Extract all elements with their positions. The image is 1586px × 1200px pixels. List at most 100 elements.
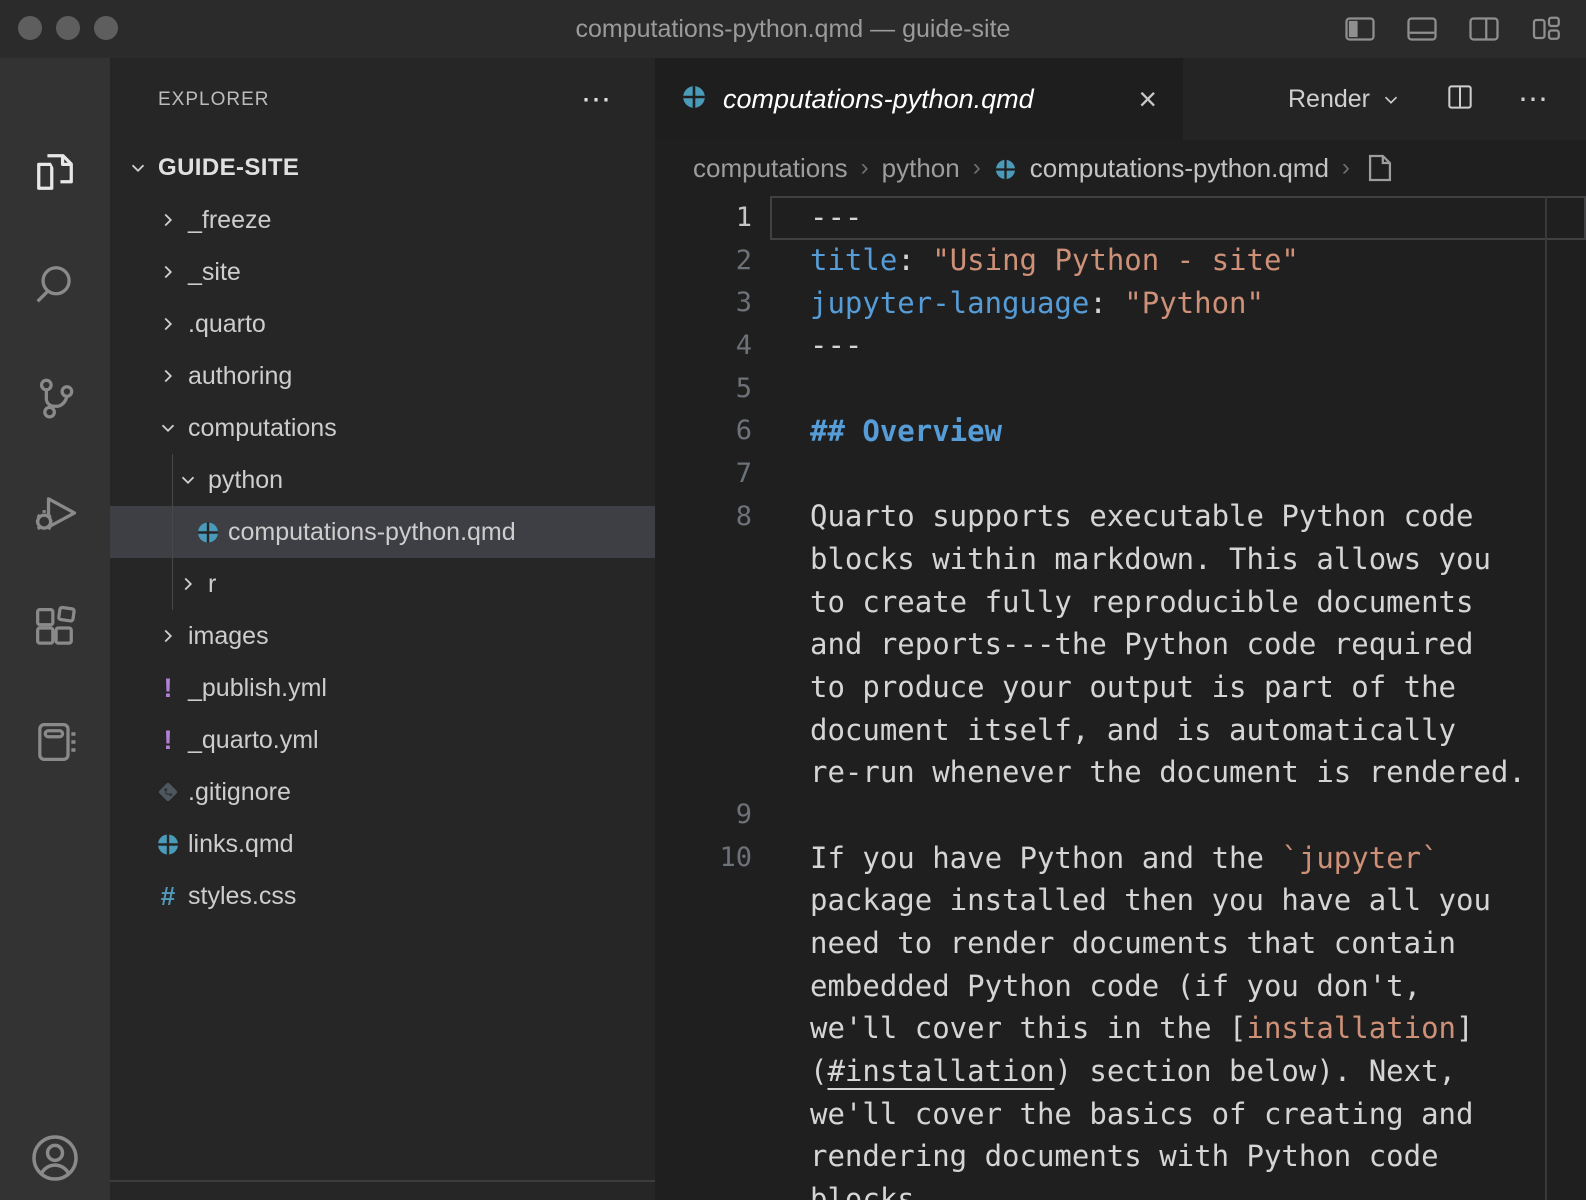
- code-text: we'll cover this in the [installation]: [810, 1011, 1586, 1045]
- code-text: embedded Python code (if you don't,: [810, 969, 1586, 1003]
- breadcrumb-separator-icon: ›: [1342, 154, 1350, 182]
- line-number: 3: [655, 287, 810, 318]
- outline-section[interactable]: OUTLINE: [110, 1180, 655, 1200]
- code-line-10-wrap1: package installed then you have all you: [655, 879, 1586, 922]
- chevron-right-icon: [156, 312, 180, 336]
- tree-item-label: _site: [188, 258, 241, 287]
- toggle-panel-icon[interactable]: [1404, 11, 1440, 47]
- quarto-file-icon: [681, 84, 707, 115]
- source-control-icon[interactable]: [27, 370, 83, 426]
- code-line-2: 2title: "Using Python - site": [655, 239, 1586, 282]
- code-editor[interactable]: 1---2title: "Using Python - site" 3jupyte…: [655, 196, 1586, 1200]
- code-text: document itself, and is automatically: [810, 713, 1586, 747]
- tree-file-_publish.yml[interactable]: ! _publish.yml: [110, 662, 655, 714]
- account-icon[interactable]: [27, 1130, 83, 1186]
- tree-folder-images[interactable]: images: [110, 610, 655, 662]
- code-line-4: 4---: [655, 324, 1586, 367]
- quarto-file-icon: [196, 520, 220, 544]
- vscode-window: computations-python.qmd — guide-site: [0, 0, 1586, 1200]
- extensions-icon[interactable]: [27, 600, 83, 656]
- code-line-9: 9: [655, 794, 1586, 837]
- quarto-file-icon: [156, 832, 180, 856]
- tree-file-_quarto.yml[interactable]: !_quarto.yml: [110, 714, 655, 766]
- tree-file-styles.css[interactable]: #styles.css: [110, 870, 655, 922]
- yaml-file-icon: !: [156, 676, 180, 700]
- code-text: jupyter-language: "Python": [810, 286, 1586, 320]
- line-number: 6: [655, 415, 810, 446]
- explorer-sidebar: EXPLORER ⋯ GUIDE-SITE _freeze _site .quarto…: [110, 58, 655, 1200]
- code-text: ---: [810, 200, 1586, 234]
- tree-item-label: links.qmd: [188, 830, 294, 859]
- notebook-icon[interactable]: [27, 714, 83, 770]
- tree-folder-.quarto[interactable]: .quarto: [110, 298, 655, 350]
- chevron-right-icon: [156, 624, 180, 648]
- title-bar: computations-python.qmd — guide-site: [0, 0, 1586, 58]
- tab-computations-python[interactable]: computations-python.qmd ×: [655, 58, 1183, 140]
- chevron-down-icon: [176, 468, 200, 492]
- code-text: (#installation) section below). Next,: [810, 1054, 1586, 1088]
- tree-folder-r[interactable]: r: [110, 558, 655, 610]
- chevron-right-icon: [156, 260, 180, 284]
- line-number: 4: [655, 330, 810, 361]
- sidebar-title: EXPLORER: [158, 89, 269, 111]
- code-line-8-wrap2: to create fully reproducible documents: [655, 580, 1586, 623]
- tree-item-label: .gitignore: [188, 778, 291, 807]
- breadcrumb-item-computations-python.qmd[interactable]: computations-python.qmd: [1030, 153, 1329, 184]
- breadcrumb-item-computations[interactable]: computations: [693, 153, 848, 184]
- tree-file-links.qmd[interactable]: links.qmd: [110, 818, 655, 870]
- line-number: 8: [655, 501, 810, 532]
- code-text: need to render documents that contain: [810, 926, 1586, 960]
- tree-item-label: GUIDE-SITE: [158, 154, 299, 182]
- code-line-8-wrap6: re-run whenever the document is rendered…: [655, 751, 1586, 794]
- search-icon[interactable]: [27, 256, 83, 312]
- split-editor-icon[interactable]: [1444, 81, 1476, 118]
- files-icon[interactable]: [27, 144, 83, 200]
- chevron-down-icon: [1380, 88, 1402, 110]
- tree-file-computations-python.qmd[interactable]: computations-python.qmd: [110, 506, 655, 558]
- code-line-8-wrap1: blocks within markdown. This allows you: [655, 538, 1586, 581]
- more-actions-icon[interactable]: ⋯: [1518, 82, 1550, 117]
- tab-bar: computations-python.qmd × Render ⋯: [655, 58, 1586, 140]
- editor-actions: Render ⋯: [1288, 58, 1586, 140]
- sidebar-more-icon[interactable]: ⋯: [581, 83, 613, 118]
- breadcrumb: computations › python › computations-python.…: [655, 140, 1586, 196]
- tree-folder-authoring[interactable]: authoring: [110, 350, 655, 402]
- css-file-icon: #: [156, 884, 180, 908]
- customize-layout-icon[interactable]: [1528, 11, 1564, 47]
- code-text: package installed then you have all you: [810, 883, 1586, 917]
- toggle-secondary-sidebar-icon[interactable]: [1466, 11, 1502, 47]
- tree-item-label: r: [208, 570, 216, 599]
- tree-folder-guide-site[interactable]: GUIDE-SITE: [110, 142, 655, 194]
- code-line-8-wrap5: document itself, and is automatically: [655, 708, 1586, 751]
- tree-folder-computations[interactable]: computations: [110, 402, 655, 454]
- code-text: Quarto supports executable Python code: [810, 499, 1586, 533]
- file-tree: GUIDE-SITE _freeze _site .quartoauthoring co…: [110, 142, 655, 922]
- line-number: 5: [655, 373, 810, 404]
- gitignore-file-icon: [156, 780, 180, 804]
- tree-item-label: _publish.yml: [188, 674, 327, 703]
- tree-folder-_freeze[interactable]: _freeze: [110, 194, 655, 246]
- code-text: to produce your output is part of the: [810, 670, 1586, 704]
- breadcrumb-separator-icon: ›: [861, 154, 869, 182]
- toggle-primary-sidebar-icon[interactable]: [1342, 11, 1378, 47]
- tree-folder-python[interactable]: python: [110, 454, 655, 506]
- tree-item-label: computations: [188, 414, 337, 443]
- code-text: blocks.: [810, 1182, 1586, 1200]
- code-text: we'll cover the basics of creating and: [810, 1097, 1586, 1131]
- code-line-8-wrap3: and reports---the Python code required: [655, 623, 1586, 666]
- tree-file-.gitignore[interactable]: .gitignore: [110, 766, 655, 818]
- code-text: rendering documents with Python code: [810, 1139, 1586, 1173]
- tree-folder-_site[interactable]: _site: [110, 246, 655, 298]
- code-line-10-wrap4: we'll cover this in the [installation]: [655, 1007, 1586, 1050]
- chevron-down-icon: [126, 156, 150, 180]
- debug-icon[interactable]: [27, 486, 83, 542]
- code-text: ---: [810, 328, 1586, 362]
- code-line-1: 1---: [655, 196, 1586, 239]
- code-text: and reports---the Python code required: [810, 627, 1586, 661]
- breadcrumb-item-python[interactable]: python: [882, 153, 960, 184]
- code-line-5: 5: [655, 367, 1586, 410]
- render-button[interactable]: Render: [1288, 85, 1402, 114]
- close-tab-icon[interactable]: ×: [1138, 83, 1157, 115]
- code-line-6: 6## Overview: [655, 409, 1586, 452]
- line-number: 10: [655, 842, 810, 873]
